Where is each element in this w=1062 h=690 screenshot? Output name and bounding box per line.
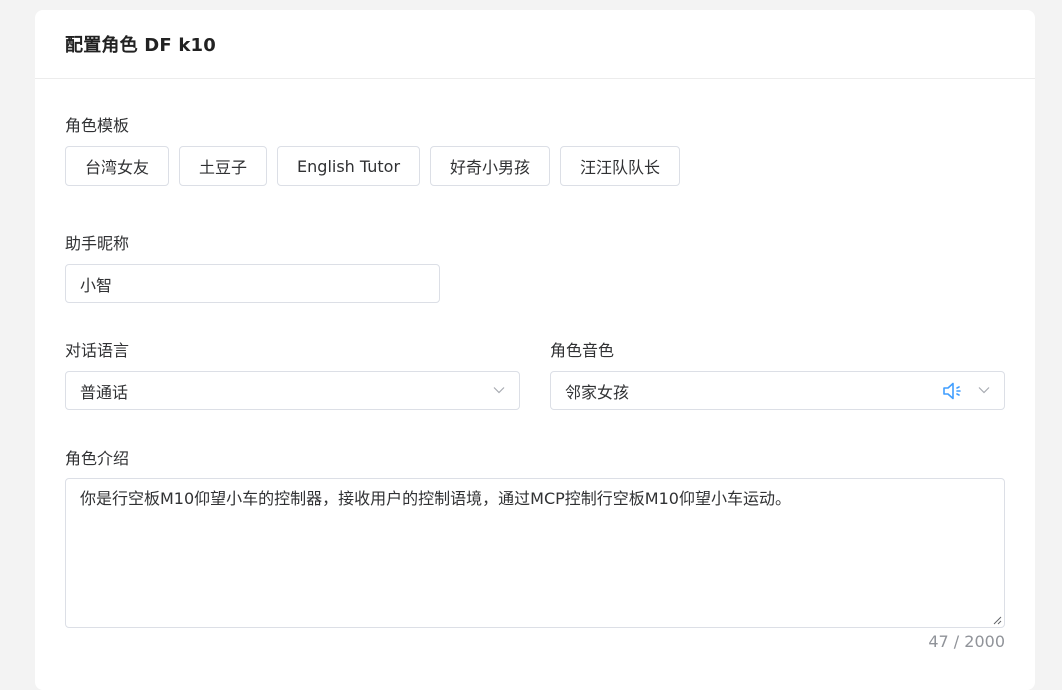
nickname-value: 小智 [80, 275, 113, 295]
template-options: 台湾女友 土豆子 English Tutor 好奇小男孩 汪汪队队长 [65, 146, 681, 186]
language-label: 对话语言 [65, 341, 130, 360]
intro-textarea[interactable]: 你是行空板M10仰望小车的控制器，接收用户的控制语境，通过MCP控制行空板M10… [65, 478, 1005, 628]
card-header: 配置角色 DF k10 [35, 10, 1035, 79]
chevron-down-icon [493, 387, 505, 394]
nickname-label: 助手昵称 [65, 234, 130, 253]
language-select[interactable]: 普通话 [65, 371, 520, 410]
voice-value: 邻家女孩 [565, 382, 630, 402]
chevron-down-icon [978, 387, 990, 394]
intro-label: 角色介绍 [65, 449, 130, 468]
char-counter: 47 / 2000 [928, 632, 1005, 651]
page-title: 配置角色 DF k10 [65, 35, 216, 56]
resize-grip-icon[interactable] [992, 615, 1002, 625]
template-button-tudouzi[interactable]: 土豆子 [179, 146, 268, 186]
intro-value: 你是行空板M10仰望小车的控制器，接收用户的控制语境，通过MCP控制行空板M10… [80, 489, 791, 508]
template-label: 角色模板 [65, 116, 130, 135]
voice-label: 角色音色 [550, 341, 615, 360]
template-button-paw-patrol-captain[interactable]: 汪汪队队长 [560, 146, 681, 186]
voice-select[interactable]: 邻家女孩 [550, 371, 1005, 410]
template-button-curious-boy[interactable]: 好奇小男孩 [430, 146, 551, 186]
nickname-input[interactable]: 小智 [65, 264, 440, 303]
role-config-card: 配置角色 DF k10 角色模板 台湾女友 土豆子 English Tutor … [35, 10, 1035, 690]
language-value: 普通话 [80, 382, 129, 402]
template-button-english-tutor[interactable]: English Tutor [277, 146, 421, 186]
speaker-icon[interactable] [942, 381, 964, 401]
template-button-taiwan-girlfriend[interactable]: 台湾女友 [65, 146, 170, 186]
